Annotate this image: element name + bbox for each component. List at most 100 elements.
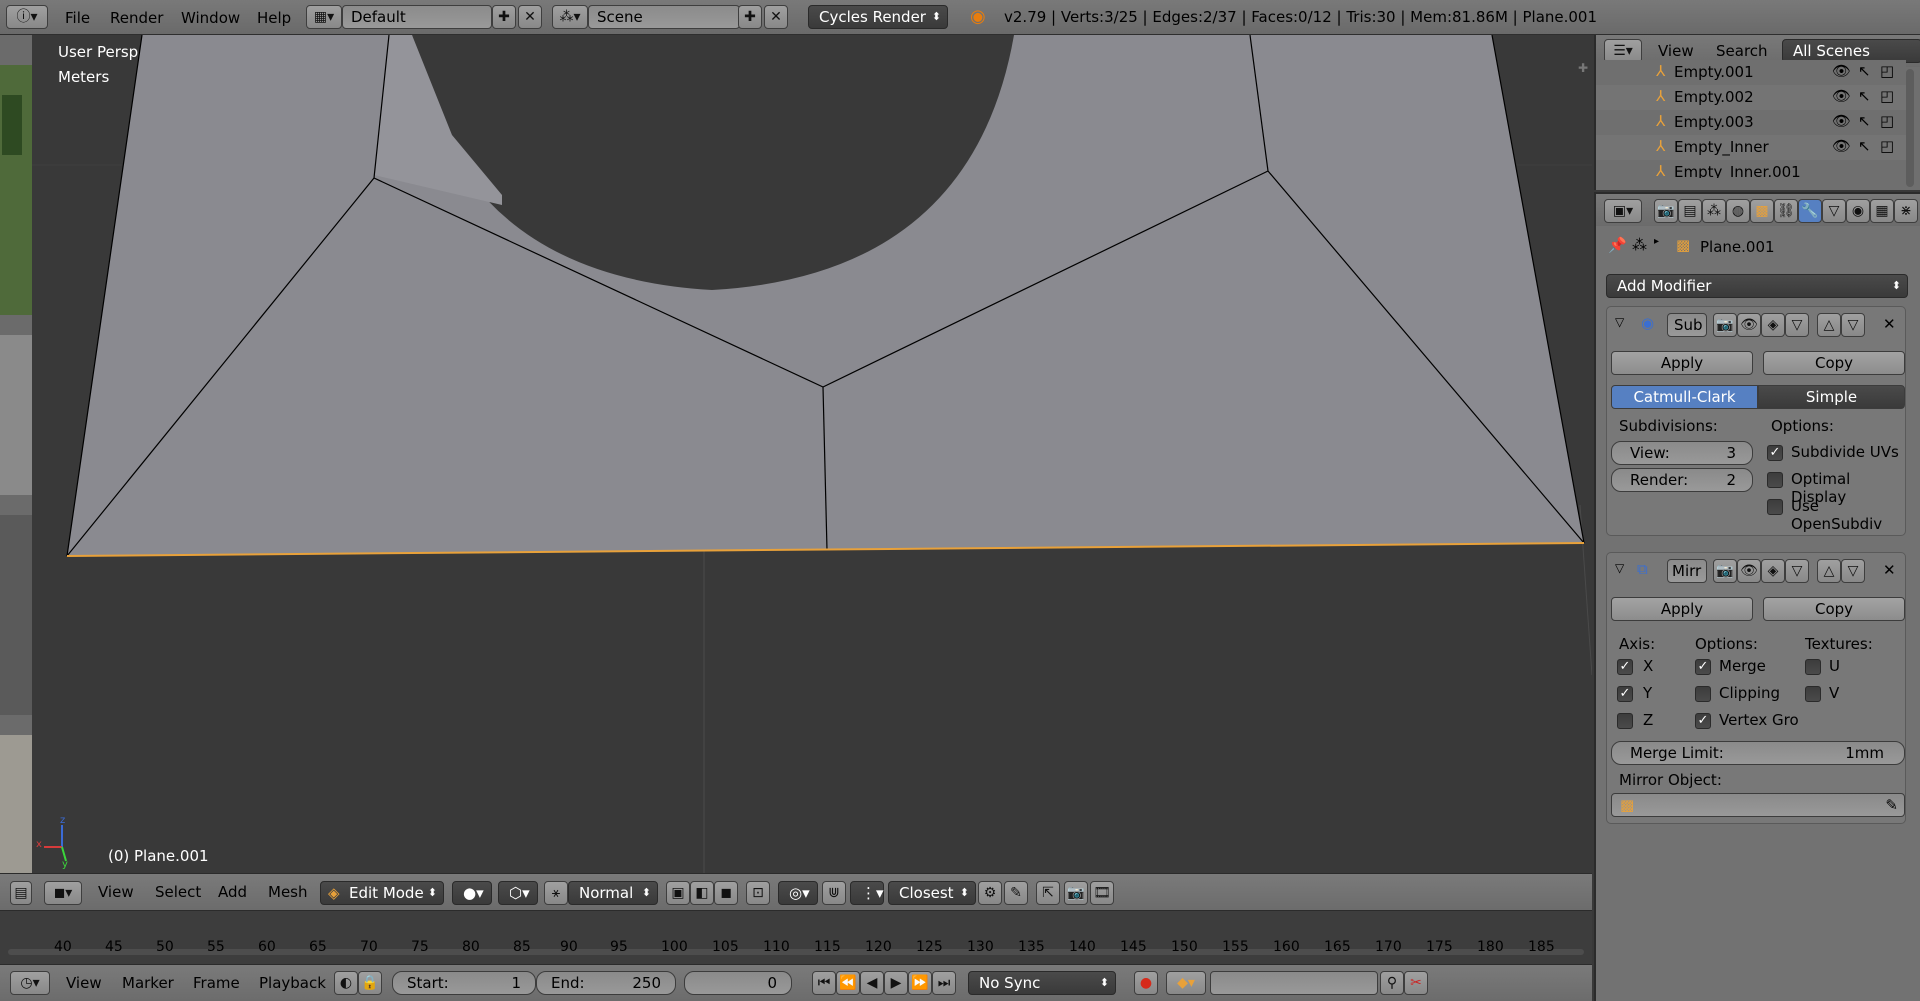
material-tab-icon[interactable]: ◉ xyxy=(1846,199,1870,223)
render-camera-icon[interactable]: ◰ xyxy=(1880,112,1894,130)
menu-window[interactable]: Window xyxy=(181,7,240,29)
mirror-copy-button[interactable]: Copy xyxy=(1763,597,1905,621)
menu-file[interactable]: File xyxy=(65,7,90,29)
collapse-chevron-icon[interactable]: ▽ xyxy=(1615,315,1624,329)
realtime-toggle-icon[interactable]: 👁 xyxy=(1737,559,1761,583)
mirror-u-checkbox[interactable] xyxy=(1805,659,1821,675)
object-tab-icon[interactable]: ▩ xyxy=(1750,199,1774,223)
editmode-toggle-icon[interactable]: ◈ xyxy=(1761,313,1785,337)
use-opensubdiv-checkbox[interactable] xyxy=(1767,499,1783,515)
realtime-toggle-icon[interactable]: 👁 xyxy=(1737,313,1761,337)
outliner-search-menu[interactable]: Search xyxy=(1716,42,1768,60)
render-camera-icon[interactable]: ◰ xyxy=(1880,62,1894,80)
scene-tab-icon[interactable]: ⁂ xyxy=(1702,199,1726,223)
render-animation-icon[interactable]: 🎞 xyxy=(1090,881,1114,905)
pin-icon[interactable]: 📌 xyxy=(1608,236,1627,254)
keying-set-field[interactable] xyxy=(1210,971,1378,995)
render-toggle-icon[interactable]: 📷 xyxy=(1713,313,1737,337)
selectable-arrow-icon[interactable]: ↖ xyxy=(1858,87,1871,105)
merge-limit-field[interactable]: Merge Limit: 1mm xyxy=(1611,741,1905,765)
selectable-arrow-icon[interactable]: ↖ xyxy=(1858,112,1871,130)
menu-render[interactable]: Render xyxy=(110,7,163,29)
preview-range-icon[interactable]: ◐ xyxy=(334,971,358,995)
menu-mesh[interactable]: Mesh xyxy=(268,883,308,901)
render-opengl-icon[interactable]: 📷 xyxy=(1064,881,1088,905)
simple-button[interactable]: Simple xyxy=(1758,385,1905,409)
menu-add[interactable]: Add xyxy=(218,883,247,901)
menu-help[interactable]: Help xyxy=(257,7,291,29)
mirror-apply-button[interactable]: Apply xyxy=(1611,597,1753,621)
clipping-checkbox[interactable] xyxy=(1695,686,1711,702)
particles-tab-icon[interactable]: ⋇ xyxy=(1894,199,1918,223)
properties-toggle-icon[interactable]: ✚ xyxy=(1578,61,1588,75)
menu-select[interactable]: Select xyxy=(155,883,201,901)
add-layout-icon[interactable]: ✚ xyxy=(492,5,516,29)
add-scene-icon[interactable]: ✚ xyxy=(738,5,762,29)
cage-toggle-icon[interactable]: ▽ xyxy=(1785,559,1809,583)
remove-modifier-icon[interactable]: ✕ xyxy=(1883,561,1896,579)
record-icon[interactable]: ● xyxy=(1134,971,1158,995)
axis-x-checkbox[interactable]: ✓ xyxy=(1617,659,1633,675)
scene-field[interactable]: Scene xyxy=(588,5,740,29)
start-frame-field[interactable]: Start: 1 xyxy=(392,971,536,995)
axis-z-checkbox[interactable] xyxy=(1617,713,1633,729)
play-reverse-icon[interactable]: ◀ xyxy=(860,971,884,995)
outliner-view-menu[interactable]: View xyxy=(1658,42,1694,60)
texture-tab-icon[interactable]: ▦ xyxy=(1870,199,1894,223)
jump-keyframe-forward-icon[interactable]: ⏩ xyxy=(908,971,932,995)
visibility-eye-icon[interactable]: 👁 xyxy=(1832,112,1851,130)
layer-icon[interactable]: ⇱ xyxy=(1036,881,1060,905)
axis-y-checkbox[interactable]: ✓ xyxy=(1617,686,1633,702)
menu-view[interactable]: View xyxy=(98,883,134,901)
remove-layout-icon[interactable]: ✕ xyxy=(518,5,542,29)
3d-viewport[interactable]: User Persp Meters (0) Plane.001 z x y ✚ xyxy=(32,35,1592,873)
edge-select-icon[interactable]: ◧ xyxy=(690,881,714,905)
remove-modifier-icon[interactable]: ✕ xyxy=(1883,315,1896,333)
end-frame-field[interactable]: End: 250 xyxy=(536,971,676,995)
outliner-row[interactable]: ⅄ Empty.003 👁 ↖ ◰ xyxy=(1596,110,1906,135)
magnet-icon[interactable]: ⋓ xyxy=(822,881,846,905)
layout-field[interactable]: Default xyxy=(342,5,492,29)
visibility-eye-icon[interactable]: 👁 xyxy=(1832,87,1851,105)
menu-playback[interactable]: Playback xyxy=(259,974,326,992)
snap-align-icon[interactable]: ✎ xyxy=(1004,881,1028,905)
visibility-eye-icon[interactable]: 👁 xyxy=(1832,62,1851,80)
timeline-area[interactable]: 40 45 50 55 60 65 70 75 80 85 90 95 100 … xyxy=(0,911,1592,964)
info-editor-icon[interactable]: ⓘ▾ xyxy=(6,5,48,29)
lock-range-icon[interactable]: 🔒 xyxy=(358,971,382,995)
jump-start-icon[interactable]: ⏮ xyxy=(812,971,836,995)
mirror-name-field[interactable]: Mirr xyxy=(1667,559,1707,583)
subdivide-uvs-checkbox[interactable]: ✓ xyxy=(1767,445,1783,461)
keying-icon[interactable]: ◆▾ xyxy=(1166,971,1206,995)
remove-scene-icon[interactable]: ✕ xyxy=(764,5,788,29)
selectable-arrow-icon[interactable]: ↖ xyxy=(1858,137,1871,155)
mesh-canvas[interactable] xyxy=(32,35,1592,873)
outliner[interactable]: ☰▾ View Search All Scenes ⅄ Empty.001 👁 … xyxy=(1594,35,1920,190)
occlude-geometry-icon[interactable]: ⊡ xyxy=(746,881,770,905)
proportional-edit-select[interactable]: ◎▾ xyxy=(778,881,818,905)
editor-type-icon[interactable]: ▤ xyxy=(10,881,32,905)
move-up-icon[interactable]: △ xyxy=(1817,313,1841,337)
jump-end-icon[interactable]: ⏭ xyxy=(932,971,956,995)
data-tab-icon[interactable]: ▽ xyxy=(1822,199,1846,223)
delete-keyframe-icon[interactable]: ✂ xyxy=(1404,971,1428,995)
play-icon[interactable]: ▶ xyxy=(884,971,908,995)
jump-keyframe-back-icon[interactable]: ⏪ xyxy=(836,971,860,995)
render-engine-select[interactable]: Cycles Render ⬍ xyxy=(808,5,948,29)
render-toggle-icon[interactable]: 📷 xyxy=(1713,559,1737,583)
outliner-row[interactable]: ⅄ Empty_Inner.001 xyxy=(1596,160,1906,178)
menu-frame[interactable]: Frame xyxy=(193,974,240,992)
scene-icon[interactable]: ⁂▾ xyxy=(552,5,588,29)
current-frame-field[interactable]: 0 xyxy=(684,971,792,995)
collapse-chevron-icon[interactable]: ▽ xyxy=(1615,561,1624,575)
orientation-select[interactable]: Normal ⬍ xyxy=(568,881,658,905)
properties-editor-icon[interactable]: ▣▾ xyxy=(1604,199,1642,223)
constraints-tab-icon[interactable]: ⛓ xyxy=(1774,199,1798,223)
render-tab-icon[interactable]: 📷 xyxy=(1654,199,1678,223)
snap-target-select[interactable]: Closest ⬍ xyxy=(888,881,976,905)
properties-editor[interactable]: ▣▾ 📷 ▤ ⁂ ◍ ▩ ⛓ 🔧 ▽ ◉ ▦ ⋇ 📌 ⁂ ▸ ▩ Plane.0… xyxy=(1594,192,1920,1001)
merge-checkbox[interactable]: ✓ xyxy=(1695,659,1711,675)
outliner-scrollbar[interactable] xyxy=(1906,69,1914,187)
menu-marker[interactable]: Marker xyxy=(122,974,174,992)
eyedropper-icon[interactable]: ✎ xyxy=(1885,794,1898,816)
